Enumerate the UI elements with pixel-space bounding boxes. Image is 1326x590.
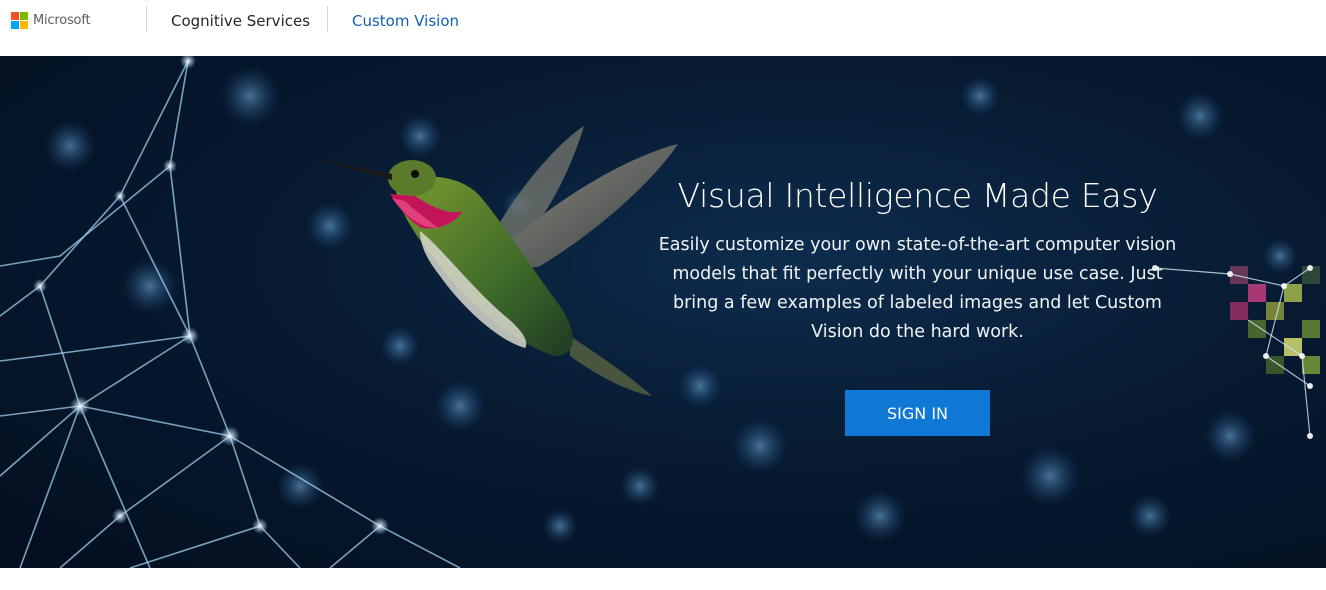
hero-banner: Visual Intelligence Made Easy Easily cus…: [0, 56, 1326, 568]
hero-content: Visual Intelligence Made Easy Easily cus…: [640, 176, 1195, 347]
page-bottom-area: [0, 568, 1326, 590]
microsoft-brand-text: Microsoft: [33, 13, 91, 28]
hero-title: Visual Intelligence Made Easy: [677, 176, 1158, 215]
header-divider: [146, 6, 147, 32]
sign-in-button[interactable]: SIGN IN: [845, 390, 990, 436]
header-divider: [327, 6, 328, 32]
top-header: Microsoft Cognitive Services Custom Visi…: [0, 0, 1326, 56]
microsoft-squares-icon: [11, 12, 28, 29]
hero-description: Easily customize your own state-of-the-a…: [658, 235, 1177, 342]
microsoft-logo[interactable]: Microsoft: [11, 12, 91, 29]
nav-custom-vision[interactable]: Custom Vision: [352, 12, 459, 30]
nav-cognitive-services[interactable]: Cognitive Services: [171, 12, 310, 30]
